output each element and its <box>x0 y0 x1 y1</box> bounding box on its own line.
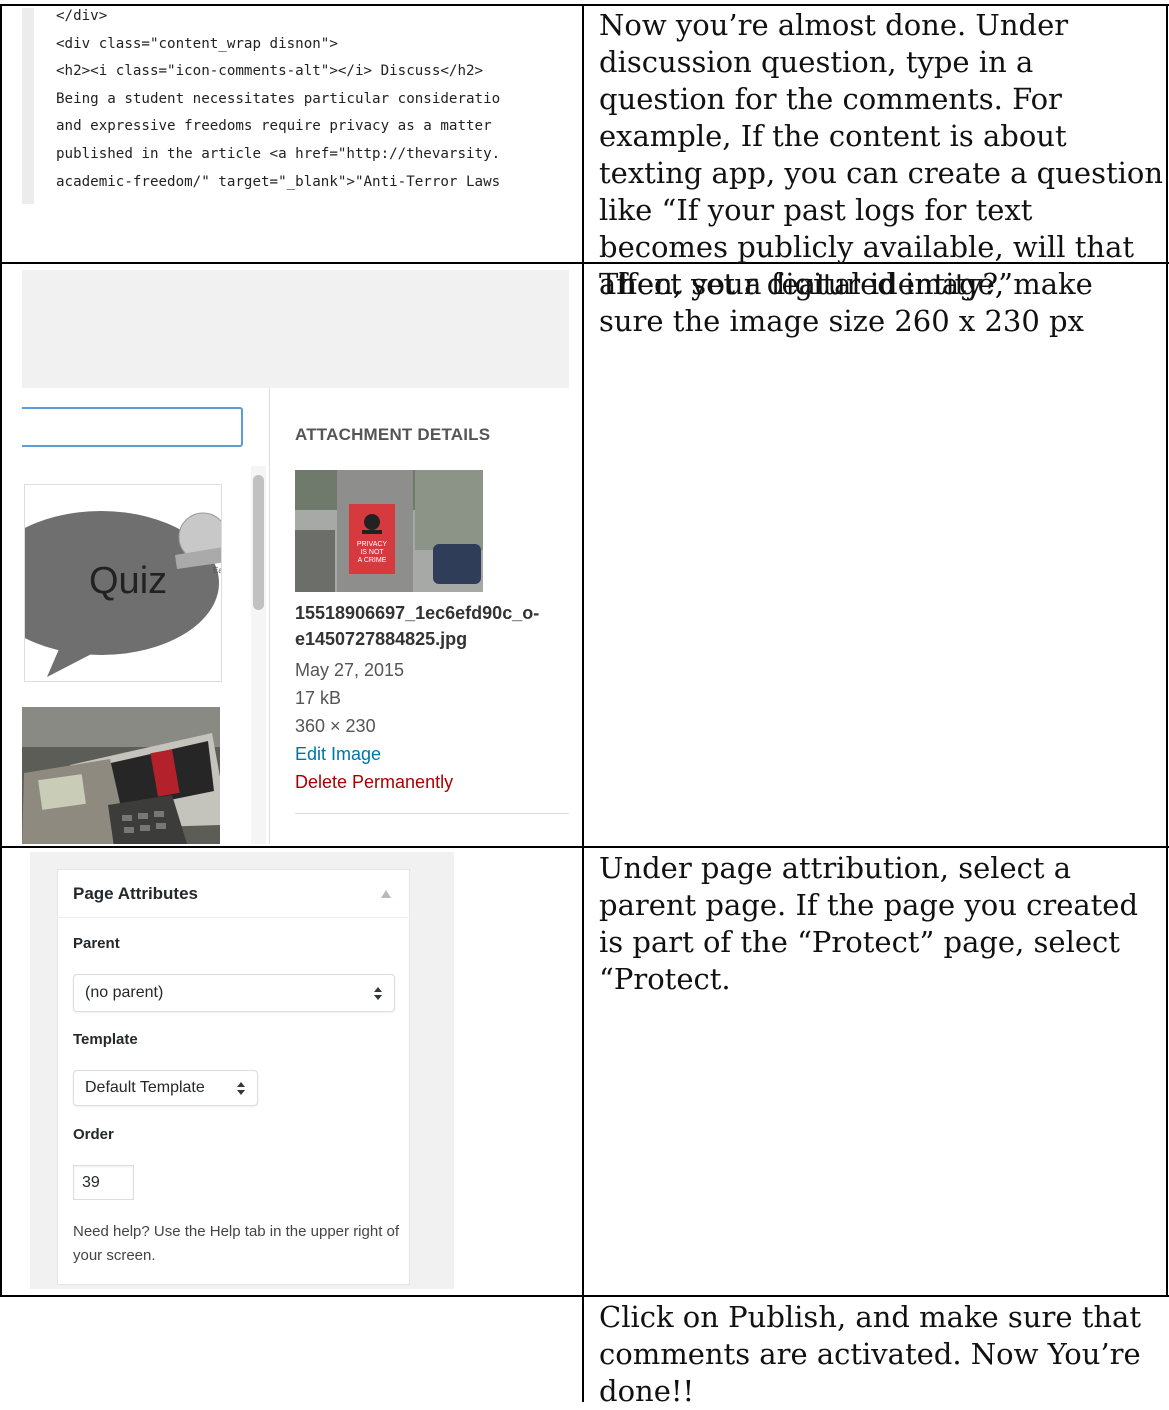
code-line: <h2><i class="icon-comments-alt"></i> Di… <box>56 63 484 79</box>
quiz-label: Quiz <box>89 560 167 602</box>
instruction-text: Now you’re almost done. Under discussion… <box>599 8 1164 301</box>
parent-label: Parent <box>73 935 120 952</box>
parent-select[interactable]: (no parent) <box>73 974 395 1012</box>
panel-divider <box>269 388 270 844</box>
privacy-sticker-photo: PRIVACY IS NOT A CRIME <box>295 470 483 592</box>
attachment-details-heading: ATTACHMENT DETAILS <box>295 425 491 444</box>
media-toolbar-area <box>22 270 569 388</box>
table-border-left <box>0 4 2 1296</box>
page-attributes-title: Page Attributes <box>73 884 199 903</box>
details-separator <box>295 813 569 814</box>
instruction-table: </div> <div class="content_wrap disnon">… <box>0 0 1169 1408</box>
code-gutter <box>22 8 34 204</box>
search-input[interactable] <box>22 407 243 447</box>
attachment-filename: 15518906697_1ec6efd90c_o-e1450727884825.… <box>295 603 540 649</box>
quiz-badge-text: Ear <box>213 566 221 575</box>
table-border-top <box>0 4 1169 6</box>
attachment-preview-image: PRIVACY IS NOT A CRIME <box>295 470 483 592</box>
sticker-line: IS NOT <box>360 549 384 556</box>
select-updown-icon <box>237 1082 245 1095</box>
code-line: <div class="content_wrap disnon"> <box>56 36 338 52</box>
row-divider-3 <box>0 1295 1169 1297</box>
code-line: published in the article <a href="http:/… <box>56 146 501 162</box>
code-line: and expressive freedoms require privacy … <box>56 118 492 134</box>
column-divider <box>582 4 584 1402</box>
table-border-right <box>1166 4 1168 1296</box>
template-select[interactable]: Default Template <box>73 1070 258 1106</box>
code-line: Being a student necessitates particular … <box>56 91 501 107</box>
template-label: Template <box>73 1031 138 1048</box>
template-select-value: Default Template <box>85 1079 205 1096</box>
collapse-arrow-icon[interactable] <box>380 889 392 899</box>
row-divider-2 <box>0 846 1169 848</box>
parent-select-value: (no parent) <box>85 984 164 1001</box>
quiz-image-thumbnail[interactable]: Quiz Ear <box>24 484 222 682</box>
phones-image-thumbnail[interactable] <box>22 707 220 844</box>
order-label: Order <box>73 1126 114 1143</box>
delete-permanently-link[interactable]: Delete Permanently <box>295 772 453 793</box>
help-text: Need help? Use the Help tab in the upper… <box>73 1223 400 1264</box>
order-input[interactable]: 39 <box>73 1165 134 1200</box>
box-header-divider <box>57 917 410 918</box>
order-input-value: 39 <box>82 1174 100 1191</box>
sticker-line: PRIVACY <box>357 541 388 548</box>
phones-photo <box>22 707 220 844</box>
attachment-dimensions: 360 × 230 <box>295 716 376 736</box>
select-updown-icon <box>374 987 382 1000</box>
sticker-line: A CRIME <box>358 557 387 564</box>
instruction-text: Click on Publish, and make sure that com… <box>599 1300 1141 1408</box>
scrollbar-thumb[interactable] <box>253 475 264 610</box>
quiz-bubble-icon: Quiz Ear <box>25 511 221 677</box>
attachment-file-size: 17 kB <box>295 688 342 708</box>
instruction-text: Under page attribution, select a parent … <box>599 851 1139 996</box>
attachment-date: May 27, 2015 <box>295 660 405 680</box>
media-library-screenshot: Quiz Ear ATTACHMENT DETAILS <box>22 270 569 844</box>
code-line: </div> <box>56 8 108 24</box>
instruction-text: Then, set a featured image, make sure th… <box>599 267 1093 338</box>
code-line: academic-freedom/" target="_blank">"Anti… <box>56 174 501 190</box>
edit-image-link[interactable]: Edit Image <box>295 744 381 765</box>
